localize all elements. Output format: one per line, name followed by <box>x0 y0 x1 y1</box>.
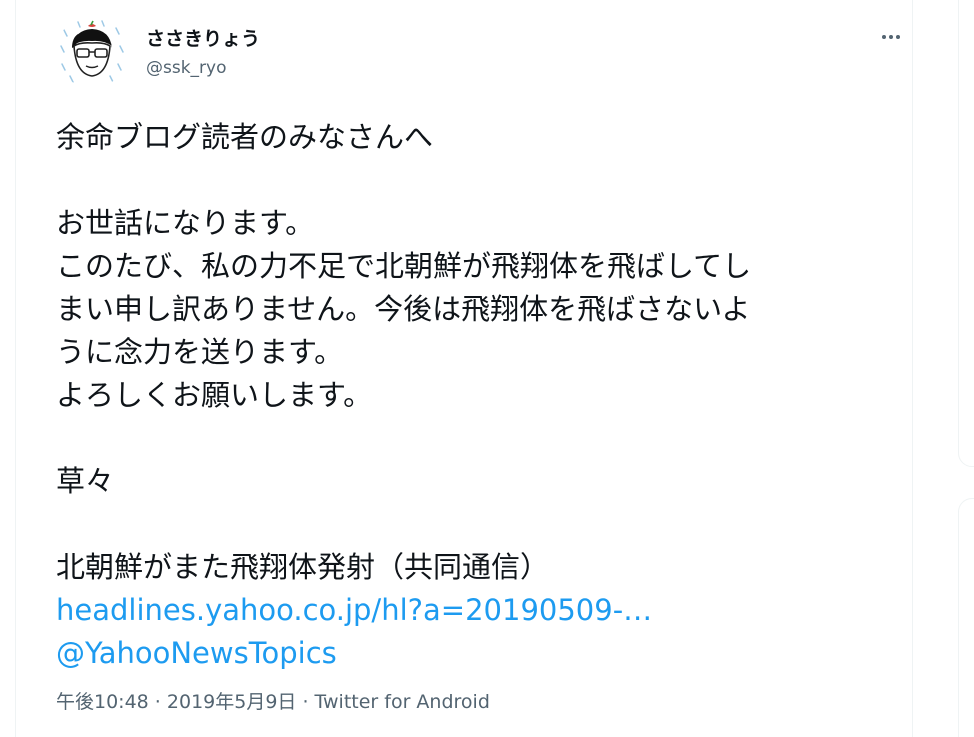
tweet-line: 草々 <box>56 464 115 498</box>
mention-link[interactable]: @YahooNewsTopics <box>56 636 337 670</box>
tweet-line: まい申し訳ありません。今後は飛翔体を飛ばさないよ <box>56 292 751 326</box>
page: ささきりょう @ssk_ryo 余命ブログ読者のみなさんへ お世話になります。 … <box>0 0 974 737</box>
tweet-date: 2019年5月9日 <box>166 691 297 713</box>
tweet-source[interactable]: Twitter for Android <box>315 691 490 713</box>
tweet-line: 北朝鮮がまた飛翔体発射（共同通信） <box>56 550 550 584</box>
tweet-line: お世話になります。 <box>56 206 315 240</box>
more-horizontal-icon <box>881 35 902 39</box>
tweet-time: 午後10:48 <box>56 691 149 713</box>
tweet-line: このたび、私の力不足で北朝鮮が飛翔体を飛ばしてし <box>56 249 752 283</box>
cartoon-avatar-icon <box>56 16 128 88</box>
tweet-meta: 午後10:48 · 2019年5月9日 · Twitter for Androi… <box>56 687 490 714</box>
tweet-line: よろしくお願いします。 <box>56 378 373 412</box>
tweet-timestamp[interactable]: 午後10:48 · 2019年5月9日 <box>56 691 296 713</box>
meta-separator: · <box>148 691 167 713</box>
meta-separator: · <box>296 691 315 713</box>
adjacent-card <box>958 498 974 737</box>
author-name[interactable]: ささきりょう <box>146 24 260 51</box>
more-options-button[interactable] <box>872 22 910 52</box>
tweet-card: ささきりょう @ssk_ryo 余命ブログ読者のみなさんへ お世話になります。 … <box>15 0 913 737</box>
avatar[interactable] <box>56 16 128 88</box>
author-handle[interactable]: @ssk_ryo <box>146 58 227 78</box>
tweet-line: 余命ブログ読者のみなさんへ <box>56 120 434 154</box>
tweet-line: うに念力を送ります。 <box>56 335 344 369</box>
article-link[interactable]: headlines.yahoo.co.jp/hl?a=20190509-… <box>56 593 652 627</box>
adjacent-card <box>958 0 974 467</box>
tweet-text: 余命ブログ読者のみなさんへ お世話になります。 このたび、私の力不足で北朝鮮が飛… <box>56 116 906 675</box>
